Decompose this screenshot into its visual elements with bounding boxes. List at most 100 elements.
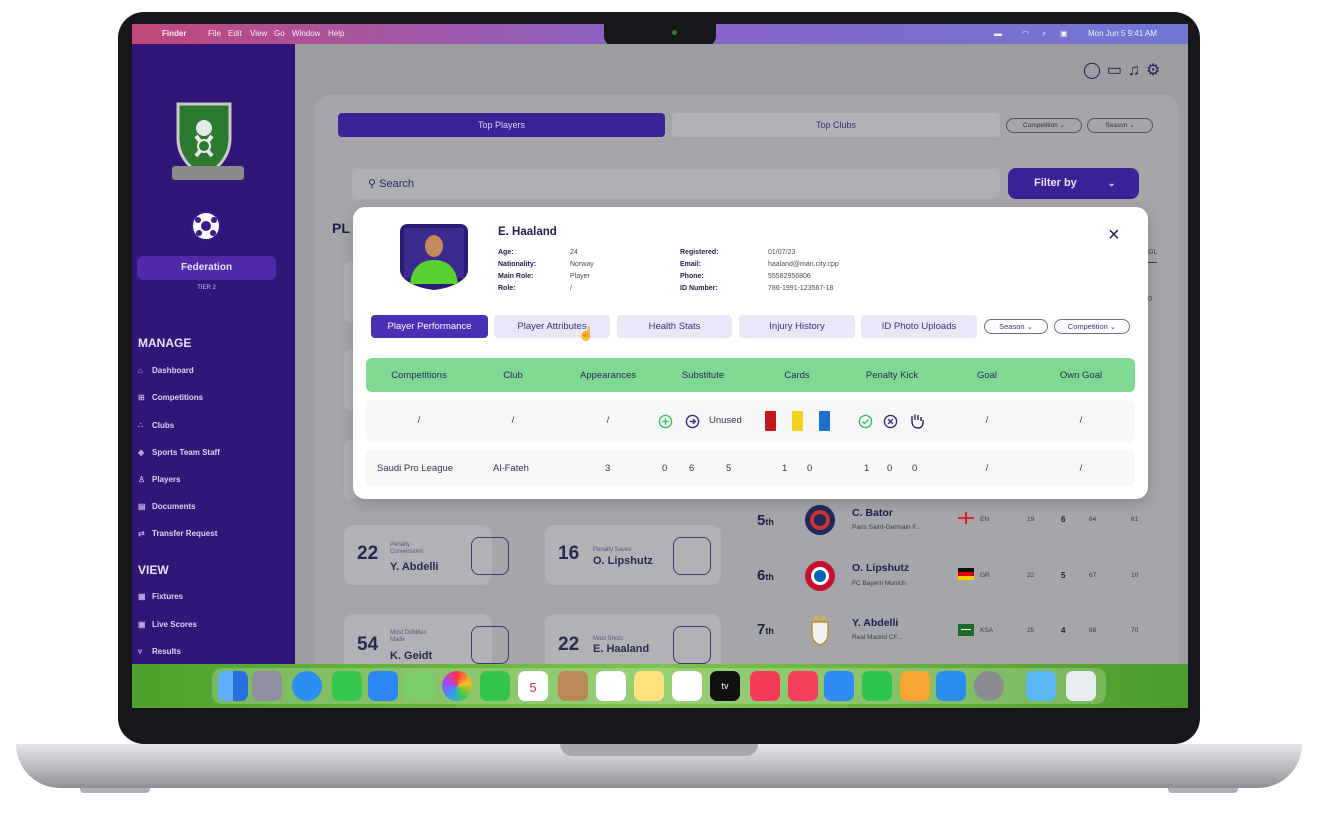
menu-go[interactable]: Go	[274, 29, 285, 38]
cell-pk-missed: 0	[887, 463, 893, 474]
search-icon: ⚲	[368, 178, 377, 190]
registered-value: 01/07/23	[768, 249, 796, 256]
calendar-icon[interactable]: ▭	[1107, 62, 1128, 79]
menu-window[interactable]: Window	[292, 29, 320, 38]
music-icon[interactable]	[750, 671, 780, 701]
reminders-icon[interactable]	[596, 671, 626, 701]
season-filter[interactable]: Season ⌄	[1087, 118, 1153, 133]
federation-button[interactable]: Federation	[137, 256, 276, 280]
role-label: Role:	[498, 285, 516, 292]
tab-top-clubs[interactable]: Top Clubs	[672, 113, 1000, 137]
control-center-icon[interactable]: ▣	[1060, 29, 1068, 38]
unused-label: Unused	[709, 415, 742, 426]
tab-health-stats[interactable]: Health Stats	[617, 315, 732, 338]
age-value: 24	[570, 249, 578, 256]
contacts-icon[interactable]	[558, 671, 588, 701]
facetime-icon[interactable]	[480, 671, 510, 701]
calendar-app-icon[interactable]: 5	[518, 671, 548, 701]
pages-icon[interactable]	[900, 671, 930, 701]
country-code: EN	[980, 516, 990, 523]
messages-icon[interactable]	[332, 671, 362, 701]
cell-club: Al-Fateh	[493, 463, 529, 474]
menu-view[interactable]: View	[250, 29, 267, 38]
competition-filter[interactable]: Competition ⌄	[1006, 118, 1082, 133]
maps-icon[interactable]	[404, 671, 434, 701]
sidebar-item-competitions[interactable]: ⊞ Competitions	[138, 393, 203, 407]
cell-club: /	[511, 415, 515, 426]
numbers-icon[interactable]	[862, 671, 892, 701]
red-card-icon	[765, 411, 776, 431]
tab-injury-history[interactable]: Injury History	[739, 315, 855, 338]
news-icon[interactable]	[788, 671, 818, 701]
sidebar-item-results[interactable]: ▿ Results	[138, 647, 181, 661]
sidebar-item-sports-team-staff[interactable]: ◈ Sports Team Staff	[138, 448, 220, 462]
sidebar-item-fixtures[interactable]: ▦ Fixtures	[138, 592, 183, 606]
settings-icon[interactable]: ⚙	[1146, 62, 1166, 79]
performance-table-header	[366, 358, 1135, 392]
app-store-icon[interactable]	[936, 671, 966, 701]
season-dropdown[interactable]: Season ⌄	[984, 319, 1048, 334]
rank: 7th	[757, 621, 774, 638]
table-row[interactable]	[366, 450, 1135, 486]
country-code: GR	[980, 572, 990, 579]
player-name: C. Bator	[852, 507, 893, 519]
col-substitute: Substitute	[681, 370, 725, 381]
phone-label: Phone:	[680, 273, 704, 280]
menu-edit[interactable]: Edit	[228, 29, 242, 38]
spotlight-icon[interactable]: ⌕	[1042, 29, 1046, 39]
finder-icon[interactable]	[218, 671, 248, 701]
notes-icon[interactable]	[634, 671, 664, 701]
safari-icon[interactable]	[292, 671, 322, 701]
battery-icon[interactable]: ▬	[994, 29, 1002, 38]
penalty-saved-glove-icon	[911, 414, 924, 429]
wifi-icon[interactable]: ◠	[1022, 29, 1029, 38]
sidebar-item-transfer-request[interactable]: ⇄ Transfer Request	[138, 529, 217, 543]
cell-sub-in: 0	[662, 463, 668, 474]
ranking-row[interactable]: 5th	[757, 512, 774, 530]
filter-by-button[interactable]: Filter by ⌄	[1008, 168, 1139, 199]
main-role-value: Player	[570, 273, 590, 280]
sidebar-item-players[interactable]: ♙ Players	[138, 475, 180, 489]
sidebar-item-clubs[interactable]: ∴ Clubs	[138, 421, 174, 435]
stat-card[interactable]: 22 Penalty Conversions Y. Abdelli	[344, 525, 509, 585]
sub-out-icon	[685, 414, 700, 429]
main-role-label: Main Role:	[498, 273, 534, 280]
menu-finder[interactable]: Finder	[162, 29, 186, 38]
downloads-folder-icon[interactable]	[1026, 671, 1056, 701]
menu-help[interactable]: Help	[328, 29, 344, 38]
cell-goal: /	[985, 415, 989, 426]
system-settings-icon[interactable]	[974, 671, 1004, 701]
bell-icon[interactable]: ♫	[1128, 62, 1146, 79]
documents-icon: ▤	[138, 502, 146, 511]
menu-file[interactable]: File	[208, 29, 221, 38]
ranking-row[interactable]: 6th	[757, 567, 774, 585]
chat-icon[interactable]: ◯	[1083, 62, 1107, 79]
freeform-icon[interactable]	[672, 671, 702, 701]
column-header-gl: GL	[1148, 249, 1158, 263]
launchpad-icon[interactable]	[252, 671, 282, 701]
ranking-row[interactable]: 7th	[757, 621, 774, 639]
tab-player-performance[interactable]: Player Performance	[371, 315, 488, 338]
sidebar-item-documents[interactable]: ▤ Documents	[138, 502, 196, 516]
tier-label: TIER 2	[197, 285, 216, 291]
stat-b: 4	[1061, 626, 1066, 635]
sidebar-item-live-scores[interactable]: ▣ Live Scores	[138, 620, 197, 634]
tab-top-players[interactable]: Top Players	[338, 113, 665, 137]
stat-label: Penalty Saves	[593, 547, 632, 553]
tv-icon[interactable]: tv	[710, 671, 740, 701]
photos-icon[interactable]	[442, 671, 472, 701]
mail-icon[interactable]	[368, 671, 398, 701]
bracket-icon: ⊞	[138, 393, 145, 402]
close-icon[interactable]: ×	[1108, 224, 1120, 247]
trash-icon[interactable]	[1066, 671, 1096, 701]
laptop-foot	[1168, 788, 1238, 793]
player-name: O. Lipshutz	[593, 555, 653, 567]
flag-icon	[958, 624, 974, 636]
competition-dropdown[interactable]: Competition ⌄	[1054, 319, 1130, 334]
search-input[interactable]: ⚲ Search	[352, 169, 1000, 199]
tab-id-photo-uploads[interactable]: ID Photo Uploads	[861, 315, 977, 338]
stat-card[interactable]: 16 Penalty Saves O. Lipshutz	[545, 525, 721, 585]
sidebar-item-dashboard[interactable]: ⌂ Dashboard	[138, 366, 194, 380]
menubar-clock[interactable]: Mon Jun 5 9:41 AM	[1088, 29, 1157, 38]
keynote-icon[interactable]	[824, 671, 854, 701]
